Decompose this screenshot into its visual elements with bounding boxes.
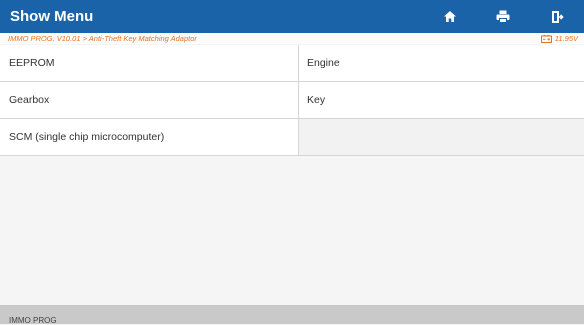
menu-item-key[interactable]: Key — [299, 82, 584, 118]
exit-button[interactable] — [531, 0, 584, 33]
exit-icon — [551, 10, 564, 23]
status-bar: IMMO PROG. V10.01 > Anti-Theft Key Match… — [0, 33, 584, 44]
menu-item-scm[interactable]: SCM (single chip microcomputer) — [0, 119, 299, 155]
voltage-value: 11.95V — [554, 34, 578, 43]
title-bar: Show Menu — [0, 0, 584, 33]
menu-item-gearbox[interactable]: Gearbox — [0, 82, 299, 118]
page-title: Show Menu — [10, 8, 94, 25]
menu-item-engine[interactable]: Engine — [299, 45, 584, 81]
menu-row: EEPROM Engine — [0, 45, 584, 82]
menu-item-eeprom[interactable]: EEPROM — [0, 45, 299, 81]
menu-row: SCM (single chip microcomputer) — [0, 119, 584, 156]
menu-item-empty — [299, 119, 584, 155]
home-icon — [444, 11, 456, 22]
breadcrumb: IMMO PROG. V10.01 > Anti-Theft Key Match… — [8, 34, 197, 43]
battery-icon — [540, 34, 552, 43]
print-button[interactable] — [478, 0, 528, 33]
menu-row: Gearbox Key — [0, 82, 584, 119]
battery-voltage: 11.95V — [540, 33, 578, 44]
footer-bar: IMMO PROG — [0, 305, 584, 325]
print-icon — [496, 10, 510, 23]
menu-grid: EEPROM Engine Gearbox Key SCM (single ch… — [0, 45, 584, 156]
home-button[interactable] — [425, 0, 475, 33]
